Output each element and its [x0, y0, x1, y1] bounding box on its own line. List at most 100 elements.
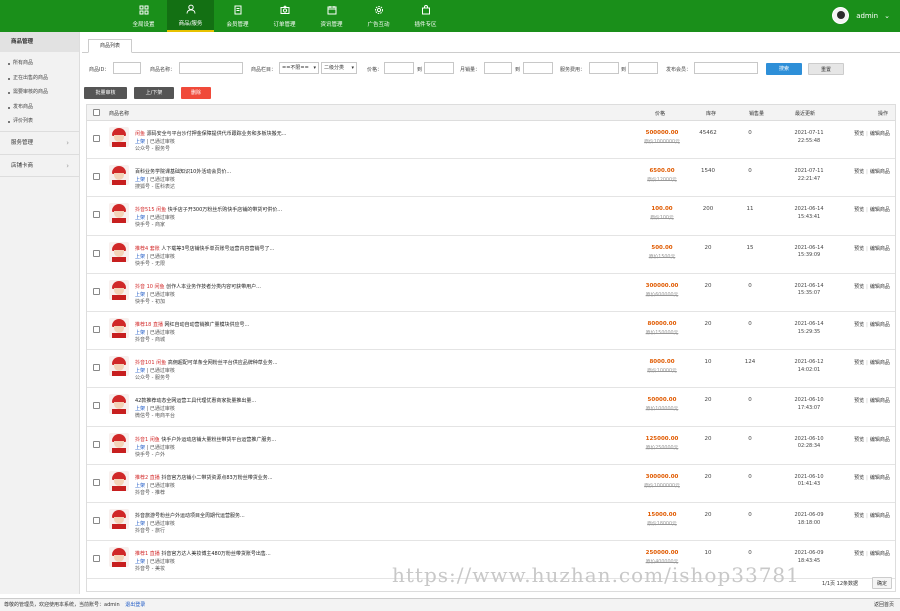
search-button[interactable]: 搜索	[766, 63, 802, 75]
preview-link[interactable]: 预览	[854, 551, 864, 557]
row-checkbox[interactable]	[93, 402, 100, 410]
product-thumbnail[interactable]	[109, 547, 129, 568]
product-title[interactable]: 百科业务学院课基础知识10外活动会员价...	[135, 168, 345, 175]
product-thumbnail[interactable]	[109, 279, 129, 300]
product-thumbnail[interactable]	[109, 165, 129, 186]
row-checkbox[interactable]	[93, 211, 100, 219]
edit-link[interactable]: 编辑商品	[870, 207, 890, 213]
product-title[interactable]: 推荐4 套账 人下载等3号店铺快手单页账号运营内容营销号了...	[135, 245, 345, 252]
pager-go-button[interactable]: 确定	[872, 577, 892, 589]
batch-review-button[interactable]: 批量审核	[84, 87, 127, 99]
sidebar-header[interactable]: 商品管理	[0, 32, 79, 52]
chevron-down-icon[interactable]: ⌄	[884, 12, 890, 20]
row-checkbox[interactable]	[93, 364, 100, 372]
preview-link[interactable]: 预览	[854, 360, 864, 366]
toggle-shelf-button[interactable]: 上/下架	[134, 87, 174, 99]
product-thumbnail[interactable]	[109, 470, 129, 491]
edit-link[interactable]: 编辑商品	[870, 475, 890, 481]
nav-item-0[interactable]: 全局设置	[120, 0, 167, 32]
user-menu[interactable]: admin ⌄	[832, 7, 890, 24]
sales-max-input[interactable]	[523, 62, 553, 74]
row-checkbox[interactable]	[93, 135, 100, 142]
tab-product-list[interactable]: 商品列表	[88, 39, 132, 53]
nav-item-5[interactable]: 广告互动	[355, 0, 402, 32]
preview-link[interactable]: 预览	[854, 437, 864, 443]
row-checkbox[interactable]	[93, 555, 100, 563]
preview-link[interactable]: 预览	[854, 131, 864, 137]
sidebar-item-all[interactable]: 所有商品	[0, 56, 79, 71]
row-checkbox[interactable]	[93, 249, 100, 257]
edit-link[interactable]: 编辑商品	[870, 284, 890, 290]
id-input[interactable]	[113, 62, 141, 74]
edit-link[interactable]: 编辑商品	[870, 169, 890, 175]
price-max-input[interactable]	[424, 62, 454, 74]
sidebar-item-publish[interactable]: 发布商品	[0, 100, 79, 115]
name-input[interactable]	[179, 62, 243, 74]
product-title[interactable]: 42款推荐动态全网运营工具代理优惠商家批量推出量...	[135, 397, 345, 404]
product-title[interactable]: 推荐2 直播 抖音官方店铺小二带货资源点83万粉丝带货业务...	[135, 474, 345, 481]
product-title[interactable]: 抖音101 闲鱼 高佣超配可单条全网粉丝平台供应品牌种草业务...	[135, 359, 345, 366]
preview-link[interactable]: 预览	[854, 475, 864, 481]
nav-item-2[interactable]: 会员管理	[214, 0, 261, 32]
avatar[interactable]	[832, 7, 850, 24]
member-input[interactable]	[694, 62, 758, 74]
preview-link[interactable]: 预览	[854, 169, 864, 175]
edit-link[interactable]: 编辑商品	[870, 360, 890, 366]
sales-min-input[interactable]	[484, 62, 512, 74]
user-name[interactable]: admin	[856, 12, 878, 20]
amount-min-input[interactable]	[589, 62, 619, 74]
sidebar-group-shop[interactable]: 店铺卡商 ›	[0, 153, 79, 177]
nav-item-3[interactable]: 订单管理	[261, 0, 308, 32]
edit-link[interactable]: 编辑商品	[870, 513, 890, 519]
sidebar-item-selling[interactable]: 正在出售的商品	[0, 71, 79, 86]
row-checkbox[interactable]	[93, 173, 100, 181]
product-title[interactable]: 抖音旅游号粉丝户外运动项目全周期代运营服务...	[135, 512, 345, 519]
edit-link[interactable]: 编辑商品	[870, 322, 890, 328]
home-link[interactable]: 返回首页	[874, 599, 894, 611]
preview-link[interactable]: 预览	[854, 246, 864, 252]
price-min-input[interactable]	[384, 62, 414, 74]
product-title[interactable]: 闲鱼 源码安全与平台沙付押金保障提供代币跟踪业务和多板块搬无...	[135, 130, 345, 137]
row-checkbox[interactable]	[93, 440, 100, 448]
logout-link[interactable]: 退出登录	[125, 602, 145, 608]
sidebar-item-comments[interactable]: 评价列表	[0, 114, 79, 129]
product-thumbnail[interactable]	[109, 432, 129, 453]
product-thumbnail[interactable]	[109, 394, 129, 415]
nav-item-6[interactable]: 插件专区	[402, 0, 449, 32]
product-thumbnail[interactable]	[109, 241, 129, 262]
product-title[interactable]: 推荐1 直播 抖音官方达人美妆博主480万粉丝带货账号出售...	[135, 550, 345, 557]
sidebar-group-service[interactable]: 服务管理 ›	[0, 130, 79, 154]
row-checkbox[interactable]	[93, 478, 100, 486]
preview-link[interactable]: 预览	[854, 284, 864, 290]
category-select[interactable]: ==不限== ▾	[279, 62, 319, 74]
reset-button[interactable]: 重置	[808, 63, 844, 75]
preview-link[interactable]: 预览	[854, 398, 864, 404]
edit-link[interactable]: 编辑商品	[870, 131, 890, 137]
select-all-checkbox[interactable]	[93, 109, 100, 116]
nav-item-1[interactable]: 商品/服务	[167, 0, 214, 32]
sidebar-item-review[interactable]: 需要审核的商品	[0, 85, 79, 100]
product-thumbnail[interactable]	[109, 356, 129, 377]
delete-button[interactable]: 删除	[181, 87, 211, 99]
product-title[interactable]: 抖音 10 闲鱼 创作人本业务作技者分类内容可获带用户...	[135, 283, 345, 290]
edit-link[interactable]: 编辑商品	[870, 246, 890, 252]
edit-link[interactable]: 编辑商品	[870, 551, 890, 557]
product-thumbnail[interactable]	[109, 203, 129, 224]
category2-select[interactable]: 二级分类 ▾	[321, 62, 357, 74]
product-thumbnail[interactable]	[109, 318, 129, 338]
product-thumbnail[interactable]	[109, 509, 129, 529]
preview-link[interactable]: 预览	[854, 322, 864, 328]
product-thumbnail[interactable]	[109, 127, 129, 147]
nav-item-4[interactable]: 资讯管理	[308, 0, 355, 32]
product-title[interactable]: 推荐18 直播 网红自动自动营销推广量模块供应号...	[135, 321, 345, 328]
preview-link[interactable]: 预览	[854, 513, 864, 519]
row-checkbox[interactable]	[93, 517, 100, 524]
amount-max-input[interactable]	[628, 62, 658, 74]
row-checkbox[interactable]	[93, 326, 100, 333]
row-checkbox[interactable]	[93, 287, 100, 295]
product-title[interactable]: 抖音515 闲鱼 快手店子开300万粉丝乐购快手店铺的带货可供价...	[135, 206, 345, 213]
edit-link[interactable]: 编辑商品	[870, 437, 890, 443]
preview-link[interactable]: 预览	[854, 207, 864, 213]
product-title[interactable]: 抖音1 闲鱼 快手户外运动店铺大量粉丝带货平台运营推广服务...	[135, 436, 345, 443]
edit-link[interactable]: 编辑商品	[870, 398, 890, 404]
